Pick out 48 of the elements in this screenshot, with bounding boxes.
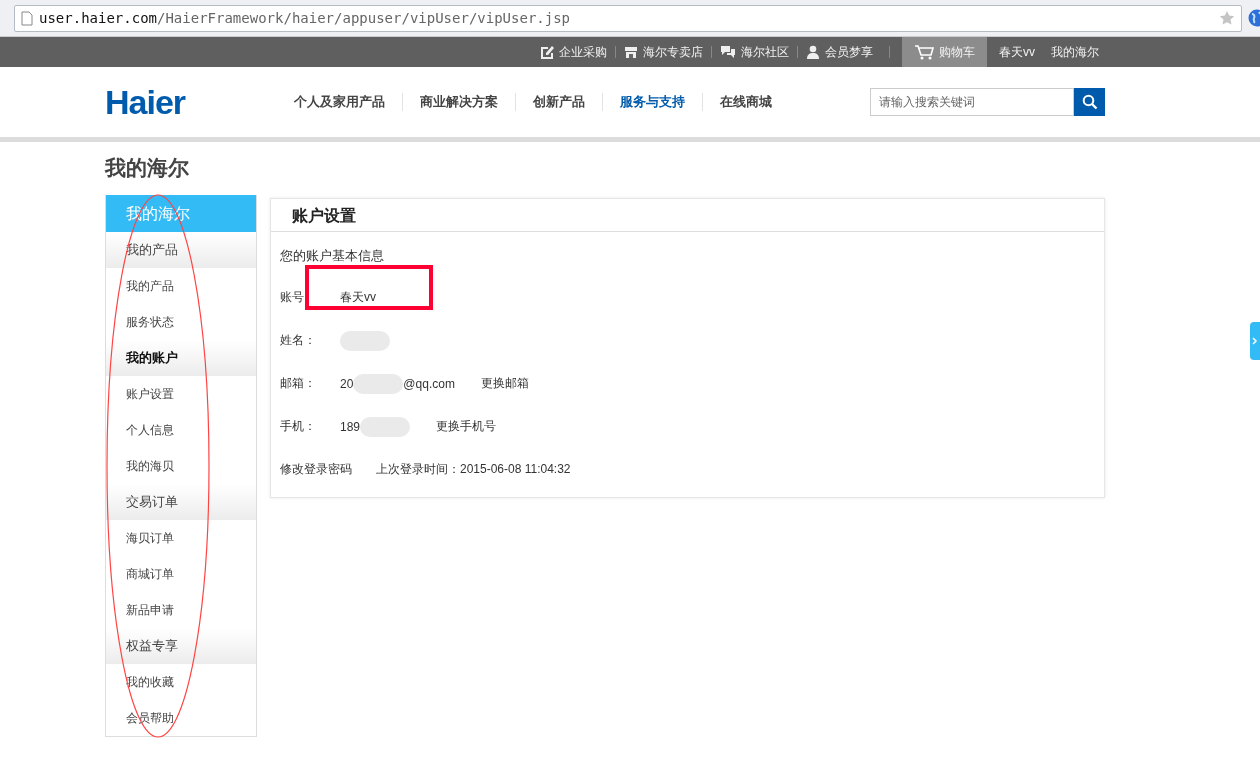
menu-item[interactable]: 海贝订单 (106, 520, 256, 556)
last-login-text: 上次登录时间：2015-06-08 11:04:32 (376, 461, 571, 478)
store-icon (624, 45, 638, 59)
nav-link[interactable]: 个人及家用产品 (277, 93, 403, 111)
chevron-icon (1252, 337, 1258, 345)
field-label: 账号 (280, 289, 305, 306)
page-icon (21, 10, 33, 26)
field-value: 春天vv (340, 289, 376, 306)
menu-item[interactable]: 服务状态 (106, 304, 256, 340)
field-value: @qq.com (403, 376, 455, 391)
menu-item[interactable]: 个人信息 (106, 412, 256, 448)
nav-link[interactable]: 在线商城 (703, 93, 789, 111)
menu-item[interactable]: 商城订单 (106, 556, 256, 592)
top-link[interactable]: 海尔专卖店 (616, 37, 711, 67)
field-value: 20 (340, 376, 354, 391)
panel-title: 账户设置 (271, 199, 1104, 232)
field-label: 手机： (280, 418, 317, 435)
url-text: user.haier.com/HaierFramework/haier/appuser/vipUser/vipUser.jsp (39, 10, 571, 26)
search-button[interactable] (1074, 88, 1105, 116)
change-link[interactable]: 更换邮箱 (480, 375, 529, 392)
top-link[interactable]: 海尔社区 (712, 37, 797, 67)
haier-logo[interactable]: Haier (105, 82, 277, 122)
star-icon[interactable] (1219, 10, 1235, 26)
search-field[interactable]: 请输入搜索关键词 (870, 88, 1074, 116)
field-label: 姓名： (280, 332, 317, 349)
chat-icon (720, 45, 736, 59)
change-password-link[interactable]: 修改登录密码 (280, 461, 352, 478)
section-label: 您的账户基本信息 (279, 247, 385, 265)
nav-link[interactable]: 创新产品 (516, 93, 603, 111)
field-value: 189 (340, 419, 361, 434)
nav-link[interactable]: 服务与支持 (603, 93, 703, 111)
cart-icon (914, 44, 934, 60)
top-link[interactable]: 我的海尔 (1043, 37, 1107, 67)
top-link[interactable]: 春天vv (991, 37, 1043, 67)
field-label: 邮箱： (280, 375, 317, 392)
top-link[interactable]: 企业采购 (532, 37, 615, 67)
menu-item[interactable]: 账户设置 (106, 376, 256, 412)
menu-item[interactable]: 我的产品 (106, 268, 256, 304)
page-title: 我的海尔 (105, 155, 190, 181)
pencil-icon (540, 45, 554, 59)
nav-link[interactable]: 商业解决方案 (403, 93, 516, 111)
menu-item[interactable]: 新品申请 (106, 592, 256, 628)
menu-item[interactable]: 我的海贝 (106, 448, 256, 484)
search-icon (1081, 94, 1098, 110)
top-link[interactable]: 会员梦享 (798, 37, 881, 67)
address-bar[interactable]: user.haier.com/HaierFramework/haier/appuser/vipUser/vipUser.jsp (14, 4, 1242, 32)
change-link[interactable]: 更换手机号 (436, 418, 497, 435)
user-icon (806, 45, 820, 59)
